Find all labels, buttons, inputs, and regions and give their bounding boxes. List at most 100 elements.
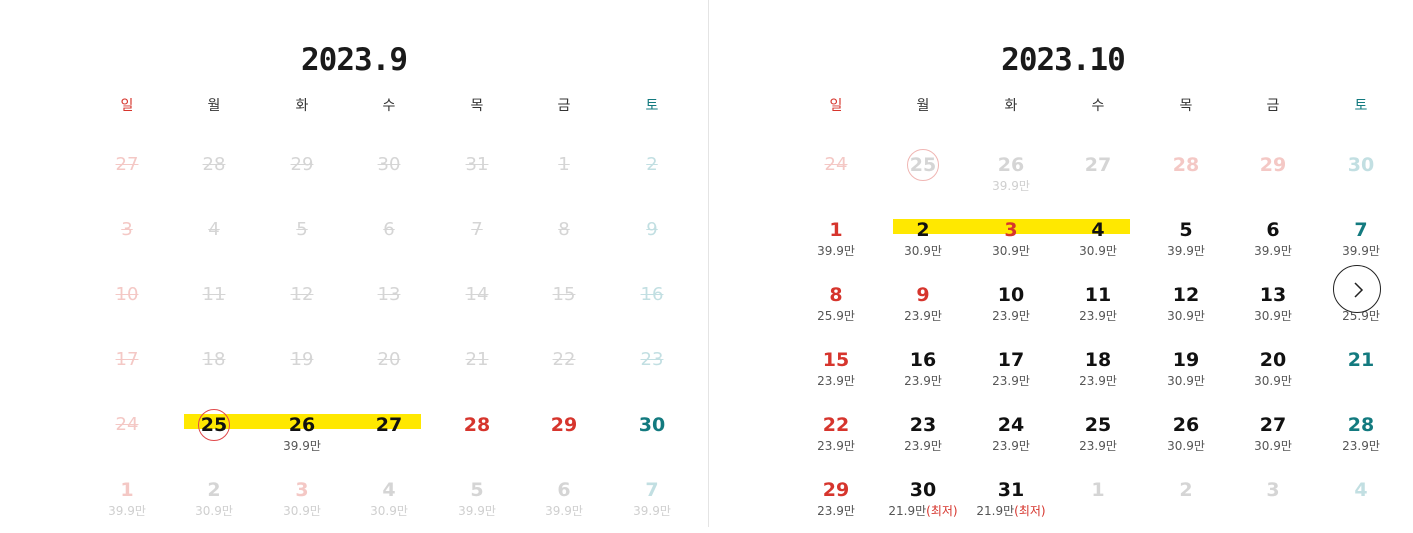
- day-number-text: 23: [640, 349, 664, 370]
- day-price-value: 23.9만: [904, 309, 942, 323]
- calendar-day[interactable]: 28: [435, 412, 519, 468]
- day-number-text: 4: [382, 479, 396, 501]
- day-number: 8: [522, 219, 606, 241]
- day-number: 3: [85, 219, 169, 241]
- day-number: 7: [1319, 219, 1403, 241]
- calendar-day[interactable]: 30: [610, 412, 694, 468]
- calendar-day[interactable]: 29: [522, 412, 606, 468]
- weekday-label: 목: [470, 98, 484, 114]
- calendar-day[interactable]: 11 23.9만: [1056, 282, 1140, 338]
- calendar-day[interactable]: 10 23.9만: [969, 282, 1053, 338]
- calendar-day[interactable]: 19 30.9만: [1144, 347, 1228, 403]
- calendar-day: 29: [260, 152, 344, 208]
- calendar-day[interactable]: 23 23.9만: [881, 412, 965, 468]
- calendar-day[interactable]: 31 21.9만(최저): [969, 477, 1053, 533]
- day-number-text: 1: [558, 154, 570, 175]
- calendar-day[interactable]: 8 25.9만: [794, 282, 878, 338]
- calendar-day: 27: [85, 152, 169, 208]
- calendar-day[interactable]: 3 30.9만: [969, 217, 1053, 273]
- day-number-text: 9: [646, 219, 658, 240]
- calendar-day[interactable]: 25: [172, 409, 256, 468]
- day-number-text: 3: [1266, 479, 1280, 501]
- day-number: 22: [522, 349, 606, 371]
- day-number: 15: [794, 349, 878, 371]
- calendar-day[interactable]: 29 23.9만: [794, 477, 878, 533]
- calendar-day: 7 39.9만: [610, 477, 694, 533]
- day-number-text: 15: [552, 284, 576, 305]
- weekday-label: 목: [1179, 98, 1193, 114]
- next-month-button[interactable]: [1333, 265, 1381, 313]
- day-number-text: 10: [997, 284, 1025, 306]
- day-number: 26: [1144, 414, 1228, 436]
- calendar-day[interactable]: 22 23.9만: [794, 412, 878, 468]
- day-price: 39.9만: [969, 179, 1053, 193]
- calendar-day[interactable]: 13 30.9만: [1231, 282, 1315, 338]
- day-number-text: 7: [471, 219, 483, 240]
- weekday-label: 토: [645, 98, 659, 114]
- calendar-day[interactable]: 24 23.9만: [969, 412, 1053, 468]
- day-price-value: 30.9만: [1167, 374, 1205, 388]
- day-number-text: 30: [909, 479, 937, 501]
- calendar-day[interactable]: 27: [347, 412, 431, 468]
- calendar-day[interactable]: 17 23.9만: [969, 347, 1053, 403]
- day-number-text: 6: [1266, 219, 1280, 241]
- day-number: 27: [85, 154, 169, 176]
- calendar-day[interactable]: 27 30.9만: [1231, 412, 1315, 468]
- day-price-value: 39.9만: [545, 504, 583, 518]
- calendar-day[interactable]: 26 39.9만: [260, 412, 344, 468]
- weekday-label: 월: [207, 98, 221, 114]
- calendar-day[interactable]: 16 23.9만: [881, 347, 965, 403]
- day-price-value: 21.9만: [976, 504, 1015, 518]
- calendar-day[interactable]: 9 23.9만: [881, 282, 965, 338]
- day-number-text: 29: [1259, 154, 1287, 176]
- day-number: 29: [1231, 154, 1315, 176]
- day-price-value: 30.9만: [1167, 439, 1205, 453]
- day-number-text: 8: [829, 284, 843, 306]
- day-price: 30.9만: [881, 244, 965, 258]
- day-price-value: 23.9만: [992, 439, 1030, 453]
- calendar-day[interactable]: 20 30.9만: [1231, 347, 1315, 403]
- day-price-value: 21.9만: [888, 504, 927, 518]
- calendar-day[interactable]: 6 39.9만: [1231, 217, 1315, 273]
- calendar-day[interactable]: 2 30.9만: [881, 217, 965, 273]
- day-number: 10: [85, 284, 169, 306]
- calendar-day[interactable]: 15 23.9만: [794, 347, 878, 403]
- day-number: 18: [172, 349, 256, 371]
- calendar-day[interactable]: 18 23.9만: [1056, 347, 1140, 403]
- calendar-day[interactable]: 4 30.9만: [1056, 217, 1140, 273]
- day-price-value: 30.9만: [992, 244, 1030, 258]
- day-number-text: 24: [824, 154, 848, 175]
- day-number-text: 30: [1347, 154, 1375, 176]
- day-price: 23.9만: [969, 309, 1053, 323]
- day-number: 29: [794, 479, 878, 501]
- day-number-text: 11: [1084, 284, 1112, 306]
- weekday-label: 월: [916, 98, 930, 114]
- day-number: 23: [610, 349, 694, 371]
- calendar-day[interactable]: 21: [1319, 347, 1403, 403]
- day-price: 30.9만: [347, 504, 431, 518]
- day-number: 29: [522, 414, 606, 436]
- day-number-text: 12: [290, 284, 314, 305]
- day-number: 31: [435, 154, 519, 176]
- calendar-day[interactable]: 30 21.9만(최저): [881, 477, 965, 533]
- day-number: 6: [522, 479, 606, 501]
- day-number-text: 20: [377, 349, 401, 370]
- day-price-value: 30.9만: [195, 504, 233, 518]
- calendar-day[interactable]: 1 39.9만: [794, 217, 878, 273]
- calendar-october: 2023.10 일 월 화 수 목 금 토 24 25 26 39.9만 27 28 29 30 1 39.9만…: [709, 0, 1413, 527]
- day-number-text: 6: [557, 479, 571, 501]
- day-price-value: 39.9만: [108, 504, 146, 518]
- calendar-day[interactable]: 28 23.9만: [1319, 412, 1403, 468]
- calendar-day: 2: [1144, 477, 1228, 533]
- calendar-day: 13: [347, 282, 431, 338]
- day-price-value: 39.9만: [817, 244, 855, 258]
- day-number: 19: [1144, 349, 1228, 371]
- day-price: 30.9만: [1056, 244, 1140, 258]
- day-number-text: 13: [377, 284, 401, 305]
- day-number: 4: [172, 219, 256, 241]
- calendar-day[interactable]: 5 39.9만: [1144, 217, 1228, 273]
- calendar-day[interactable]: 25 23.9만: [1056, 412, 1140, 468]
- calendar-day[interactable]: 12 30.9만: [1144, 282, 1228, 338]
- calendar-day[interactable]: 26 30.9만: [1144, 412, 1228, 468]
- lowest-price-tag: (최저): [926, 504, 958, 518]
